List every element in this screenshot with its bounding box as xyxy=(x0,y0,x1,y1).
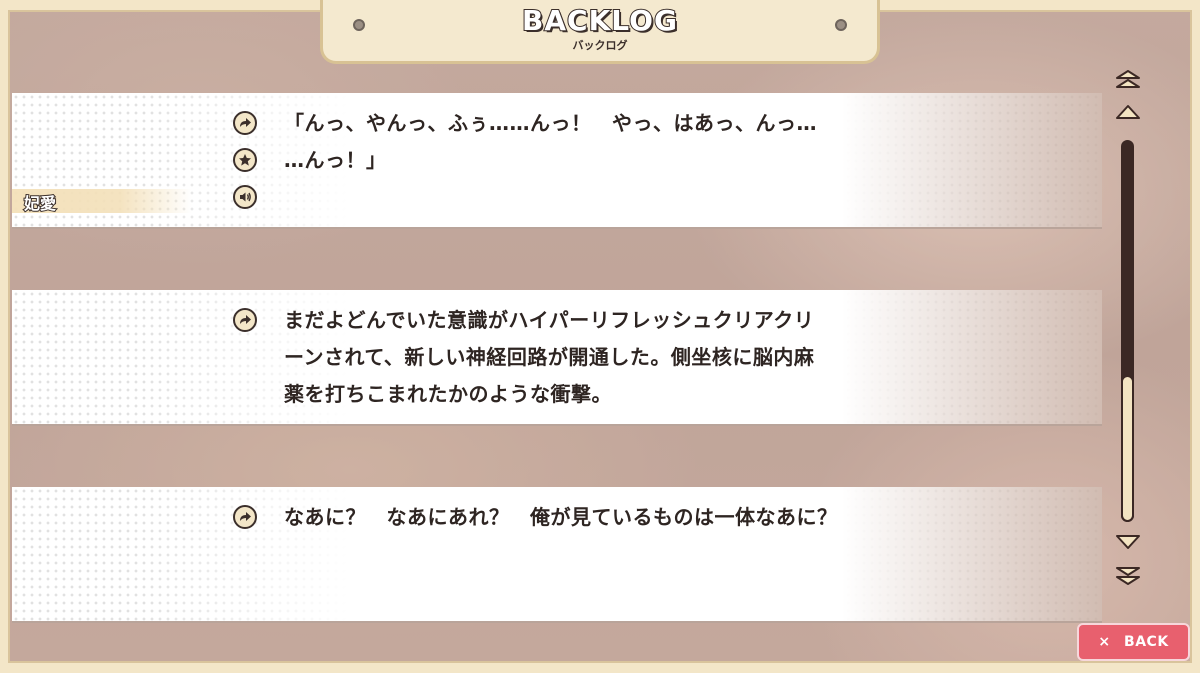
page-title: BACKLOG xyxy=(521,3,678,38)
speaker-name-plate: 妃愛 xyxy=(12,189,192,214)
scroll-bottom-button[interactable] xyxy=(1114,565,1142,589)
backlog-screen: 妃愛 「んっ、やんっ、ふぅ……んっ！ やっ、はあっ、んっ… …んっ！」 まだよど… xyxy=(0,0,1200,673)
back-button-label: BACK xyxy=(1124,634,1169,650)
entry-text: まだよどんでいた意識がハイパーリフレッシュクリアクリ ーンされて、新しい神経回路… xyxy=(284,308,815,406)
title-tab: BACKLOG バックログ xyxy=(320,0,880,64)
scrollbar-thumb[interactable] xyxy=(1121,375,1134,522)
jump-icon[interactable] xyxy=(233,308,257,332)
scroll-up-button[interactable] xyxy=(1114,102,1142,122)
scroll-down-button[interactable] xyxy=(1114,532,1142,552)
entry-text: 「んっ、やんっ、ふぅ……んっ！ やっ、はあっ、んっ… …んっ！」 xyxy=(284,111,817,172)
voice-replay-icon[interactable] xyxy=(233,185,257,209)
backlog-entry-1[interactable]: 妃愛 「んっ、やんっ、ふぅ……んっ！ やっ、はあっ、んっ… …んっ！」 xyxy=(12,93,1102,229)
favorite-star-icon[interactable] xyxy=(233,148,257,172)
backlog-entry-3[interactable]: なあに？ なあにあれ？ 俺が見ているものは一体なあに？ xyxy=(12,487,1102,623)
close-x-icon: × xyxy=(1098,634,1111,650)
entry-text: なあに？ なあにあれ？ 俺が見ているものは一体なあに？ xyxy=(284,505,838,529)
scroll-top-button[interactable] xyxy=(1114,68,1142,88)
page-subtitle: バックログ xyxy=(572,39,628,52)
backlog-entry-2[interactable]: まだよどんでいた意識がハイパーリフレッシュクリアクリ ーンされて、新しい神経回路… xyxy=(12,290,1102,426)
jump-icon[interactable] xyxy=(233,111,257,135)
speaker-name: 妃愛 xyxy=(23,193,57,214)
back-button[interactable]: × BACK xyxy=(1077,623,1190,661)
jump-icon[interactable] xyxy=(233,505,257,529)
